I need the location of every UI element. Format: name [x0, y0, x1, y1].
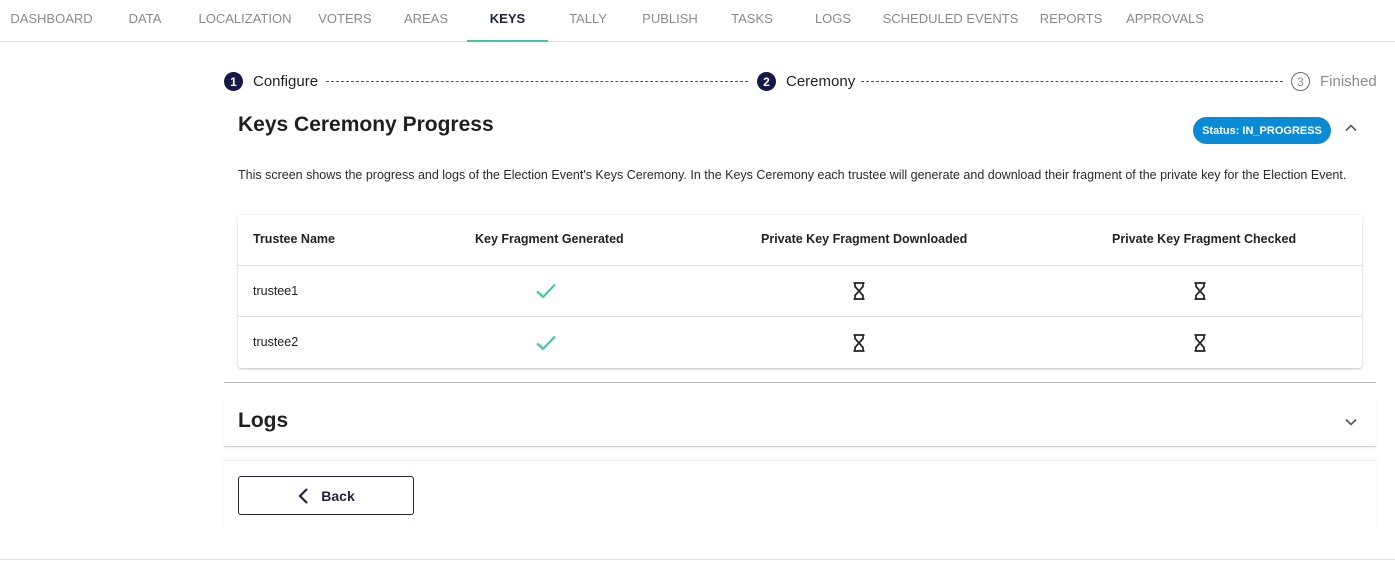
tab-publish[interactable]: PUBLISH [632, 0, 708, 42]
logs-title: Logs [238, 409, 289, 432]
trustee-name: trustee1 [253, 284, 299, 298]
step-number: 2 [757, 72, 776, 91]
column-header: Private Key Fragment Checked [1112, 232, 1297, 246]
hourglass-icon [848, 332, 870, 354]
step-number: 3 [1291, 72, 1310, 91]
step-ceremony: 2 Ceremony [757, 71, 855, 92]
trustee-name: trustee2 [253, 335, 299, 349]
tab-logs[interactable]: LOGS [802, 0, 864, 42]
status-badge: Status: IN_PROGRESS [1193, 117, 1331, 144]
tab-data[interactable]: DATA [118, 0, 172, 42]
trustee-table: Trustee Name Key Fragment Generated Priv… [238, 215, 1362, 368]
column-header: Trustee Name [253, 232, 335, 246]
tab-tally[interactable]: TALLY [558, 0, 618, 42]
progress-title: Keys Ceremony Progress [238, 113, 494, 136]
progress-description: This screen shows the progress and logs … [238, 168, 1347, 182]
footer-divider [0, 559, 1395, 560]
check-icon [535, 332, 557, 354]
tab-dashboard[interactable]: DASHBOARD [0, 0, 103, 42]
tab-scheduled-events[interactable]: SCHEDULED EVENTS [878, 0, 1023, 42]
tab-keys-label: KEYS [489, 11, 526, 26]
tab-voters[interactable]: VOTERS [310, 0, 380, 42]
step-label: Configure [253, 73, 319, 90]
tab-keys[interactable]: KEYS [467, 0, 548, 42]
expand-logs-button[interactable] [1343, 414, 1359, 430]
row-divider [238, 316, 1362, 317]
step-number: 1 [224, 72, 243, 91]
section-divider [224, 382, 1376, 383]
chevron-left-icon [298, 487, 309, 504]
column-header: Key Fragment Generated [475, 232, 624, 246]
chevron-up-icon [1345, 124, 1357, 132]
step-connector [326, 81, 748, 82]
step-configure: 1 Configure [224, 71, 318, 92]
hourglass-icon [848, 280, 870, 302]
logs-accordion[interactable] [224, 397, 1376, 447]
hourglass-icon [1189, 332, 1211, 354]
tab-tasks[interactable]: TASKS [720, 0, 784, 42]
step-label: Finished [1320, 73, 1377, 90]
tab-reports[interactable]: REPORTS [1034, 0, 1108, 42]
step-connector [861, 81, 1283, 82]
tab-approvals[interactable]: APPROVALS [1118, 0, 1212, 42]
collapse-progress-button[interactable] [1343, 120, 1359, 136]
row-divider [238, 265, 1362, 266]
hourglass-icon [1189, 280, 1211, 302]
tab-localization[interactable]: LOCALIZATION [190, 0, 300, 42]
back-button[interactable]: Back [238, 476, 414, 515]
step-label: Ceremony [786, 73, 856, 90]
check-icon [535, 280, 557, 302]
active-tab-indicator [467, 40, 548, 42]
step-finished: 3 Finished [1291, 71, 1377, 92]
tab-areas[interactable]: AREAS [395, 0, 457, 42]
column-header: Private Key Fragment Downloaded [761, 232, 968, 246]
top-tab-bar: DASHBOARD DATA LOCALIZATION VOTERS AREAS… [0, 0, 1395, 42]
chevron-down-icon [1345, 418, 1357, 426]
back-button-label: Back [321, 487, 355, 504]
